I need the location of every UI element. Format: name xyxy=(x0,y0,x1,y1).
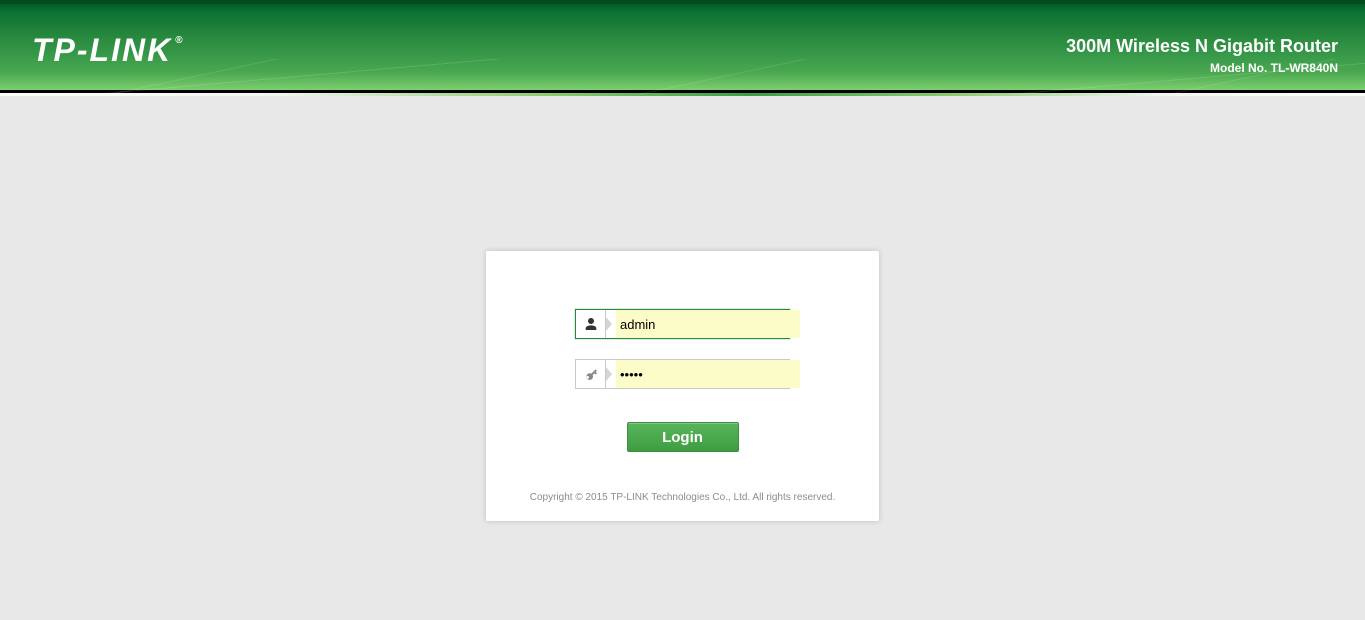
chevron-right-icon xyxy=(606,360,616,388)
model-number-text: Model No. TL-WR840N xyxy=(1066,61,1338,75)
product-info: 300M Wireless N Gigabit Router Model No.… xyxy=(1066,36,1338,75)
header-banner: TP-LINK ® 300M Wireless N Gigabit Router… xyxy=(0,0,1365,90)
copyright-text: Copyright © 2015 TP-LINK Technologies Co… xyxy=(486,492,879,503)
key-icon xyxy=(576,360,606,388)
brand-name-text: TP-LINK xyxy=(32,32,172,69)
main-content: Login Copyright © 2015 TP-LINK Technolog… xyxy=(0,96,1365,620)
username-field-row xyxy=(575,309,790,339)
chevron-right-icon xyxy=(606,310,616,338)
password-field-row xyxy=(575,359,790,389)
user-icon xyxy=(576,310,606,338)
product-name-text: 300M Wireless N Gigabit Router xyxy=(1066,36,1338,57)
password-input[interactable] xyxy=(616,360,800,388)
brand-logo: TP-LINK ® xyxy=(32,32,183,69)
username-input[interactable] xyxy=(616,310,800,338)
login-panel: Login Copyright © 2015 TP-LINK Technolog… xyxy=(486,251,879,521)
registered-mark: ® xyxy=(175,35,182,46)
login-button[interactable]: Login xyxy=(627,422,739,452)
